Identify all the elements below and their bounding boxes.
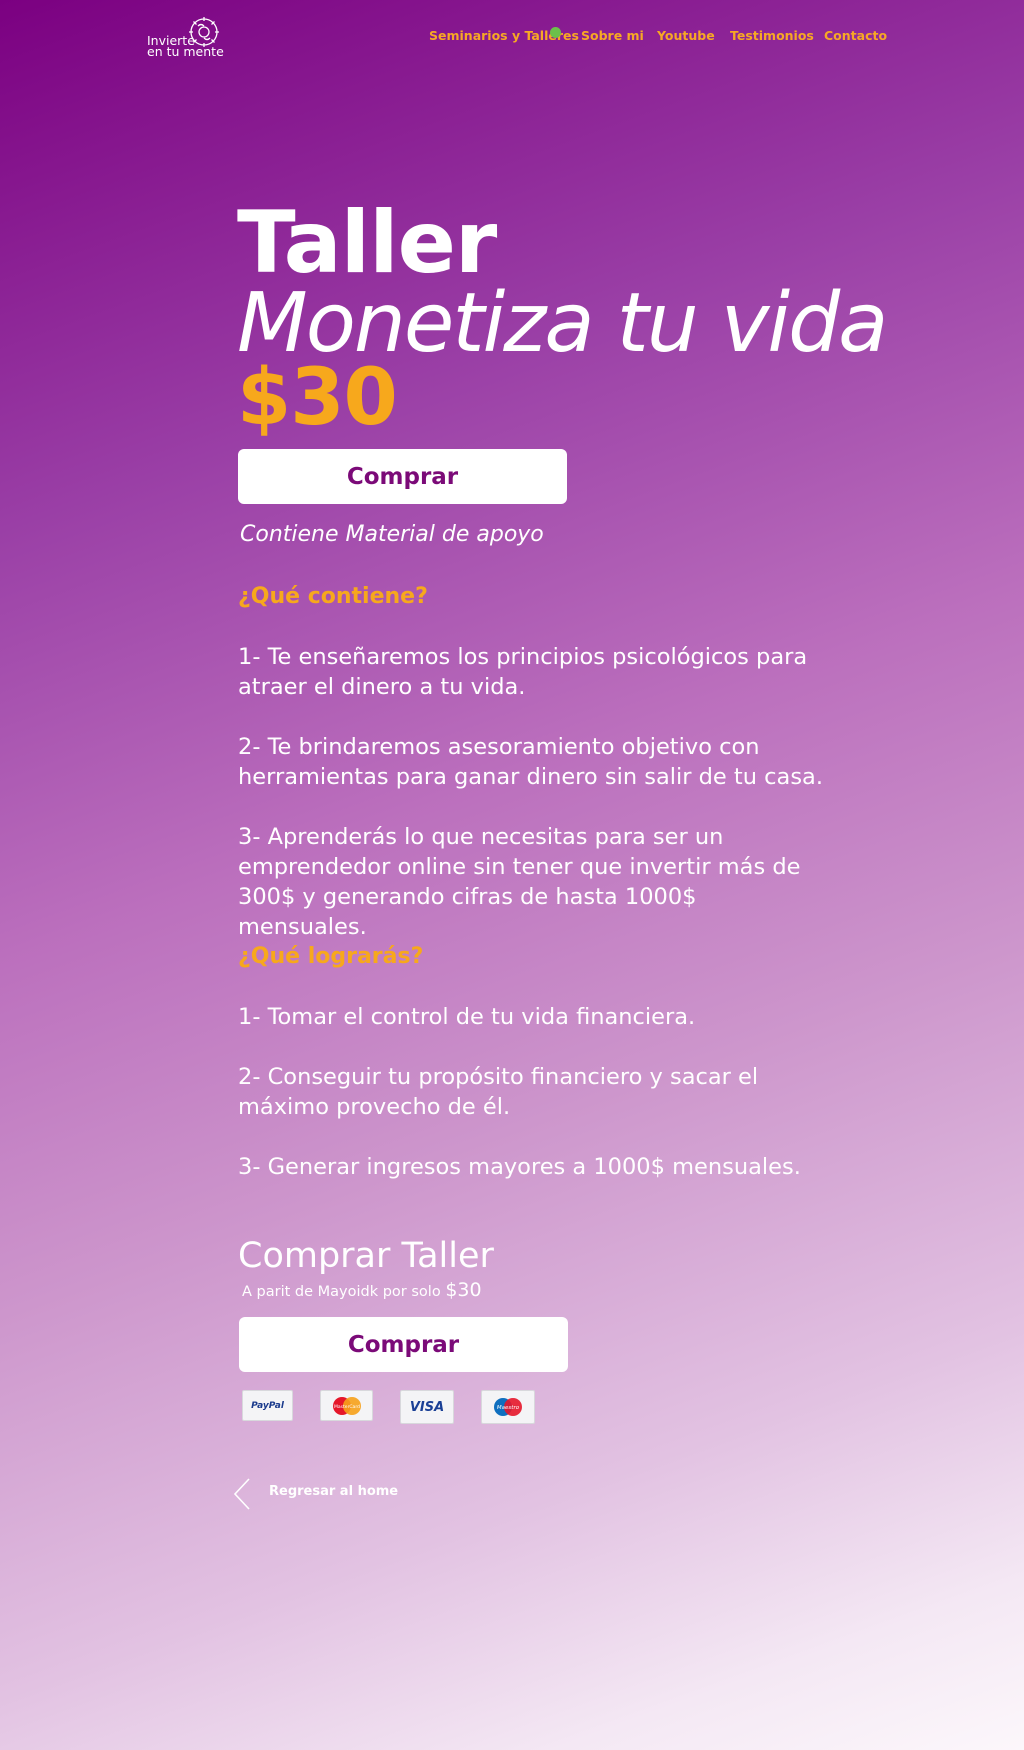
purchase-note: A parit de Mayoidk por solo $30	[242, 1279, 482, 1303]
contains-heading: ¿Qué contiene?	[238, 584, 428, 609]
achieve-heading: ¿Qué lograrás?	[238, 944, 424, 969]
mastercard-label: MasterCard	[334, 1404, 360, 1410]
nav-testimonios[interactable]: Testimonios	[730, 28, 814, 43]
nav-youtube[interactable]: Youtube	[657, 28, 715, 43]
visa-label: VISA	[409, 1399, 445, 1415]
maestro-circles: Maestro	[494, 1398, 522, 1416]
nav-contacto[interactable]: Contacto	[824, 28, 887, 43]
chevron-left-icon[interactable]	[232, 1477, 252, 1511]
notification-dot	[550, 27, 561, 38]
nav-sobre-mi[interactable]: Sobre mi	[581, 28, 644, 43]
achieve-item-2: 2- Conseguir tu propósito financiero y s…	[238, 1064, 759, 1120]
buy-button-bottom[interactable]: Comprar	[239, 1317, 568, 1372]
price: $30	[237, 353, 398, 443]
logo-text: Invierte en tu mente	[147, 34, 224, 59]
purchase-heading: Comprar Taller	[238, 1236, 494, 1276]
back-home-link[interactable]: Regresar al home	[269, 1482, 398, 1502]
contains-item-2: 2- Te brindaremos asesoramiento objetivo…	[238, 734, 823, 790]
purchase-note-text: A parit de Mayoidk por solo	[242, 1284, 441, 1300]
contains-item-1: 1- Te enseñaremos los principios psicoló…	[238, 644, 808, 700]
page-title: Taller	[237, 193, 497, 293]
mastercard-icon: MasterCard	[320, 1390, 373, 1421]
paypal-icon: PayPal	[242, 1390, 293, 1421]
purchase-note-price: $30	[445, 1279, 482, 1301]
visa-icon: VISA	[400, 1390, 454, 1424]
buy-button[interactable]: Comprar	[238, 449, 567, 504]
paypal-label: PayPal	[251, 1400, 284, 1411]
maestro-icon: Maestro	[481, 1390, 535, 1424]
achieve-item-1: 1- Tomar el control de tu vida financier…	[238, 1004, 696, 1030]
material-note: Contiene Material de apoyo	[240, 522, 544, 547]
mastercard-circles: MasterCard	[332, 1396, 361, 1415]
achieve-item-3: 3- Generar ingresos mayores a 1000$ mens…	[238, 1154, 801, 1180]
contains-item-3: 3- Aprenderás lo que necesitas para ser …	[238, 824, 801, 940]
maestro-label: Maestro	[497, 1405, 520, 1411]
logo-line-2: en tu mente	[147, 44, 224, 59]
